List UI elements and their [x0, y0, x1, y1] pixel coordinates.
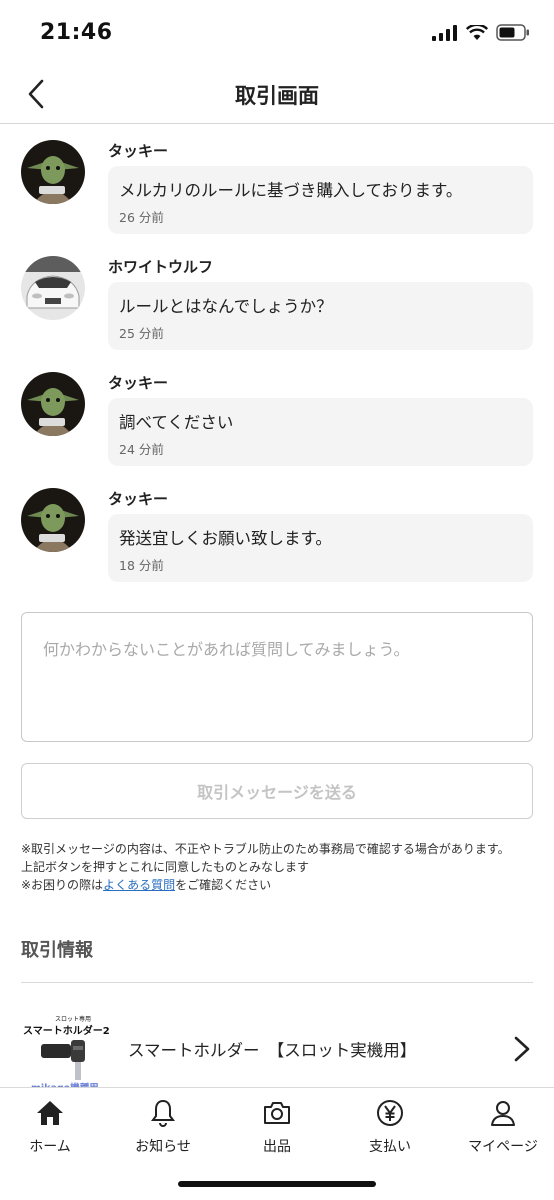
notice-suffix: をご確認ください — [175, 878, 272, 892]
avatar[interactable] — [21, 140, 85, 204]
message-input-placeholder: 何かわからないことがあれば質問してみましょう。 — [43, 640, 410, 659]
yoda-avatar-icon — [21, 372, 85, 436]
product-row[interactable]: スロット専用 スマートホルダー2 mikage機種用 スマートホルダー 【スロッ… — [0, 1004, 554, 1088]
tab-label: マイページ — [468, 1139, 538, 1155]
tab-label: 出品 — [263, 1139, 291, 1155]
faq-link[interactable]: よくある質問 — [103, 878, 175, 892]
notice-line: ※取引メッセージの内容は、不正やトラブル防止のため事務局で確認する場合があります… — [21, 842, 510, 856]
notice-line: ※お困りの際はよくある質問をご確認ください — [21, 876, 536, 894]
battery-icon — [496, 24, 529, 41]
avatar[interactable] — [21, 488, 85, 552]
yoda-avatar-icon — [21, 140, 85, 204]
tab-label: ホーム — [29, 1139, 71, 1155]
message-text: ルールとはなんでしょうか？ — [119, 297, 333, 316]
product-name: スマートホルダー 【スロット実機用】 — [128, 1041, 417, 1060]
sender-name: タッキー — [108, 142, 169, 160]
product-thumbnail: スロット専用 スマートホルダー2 mikage機種用 — [21, 1010, 111, 1088]
yoda-avatar-icon — [21, 488, 85, 552]
home-icon — [37, 1101, 63, 1125]
message-text: 調べてください — [119, 413, 234, 432]
status-time: 21:46 — [40, 20, 113, 45]
tab-home[interactable]: ホーム — [0, 1096, 105, 1156]
status-bar: 21:46 — [0, 0, 554, 64]
page-title: 取引画面 — [235, 84, 319, 108]
status-icons — [432, 24, 530, 41]
tab-payment[interactable]: 支払い — [335, 1096, 445, 1156]
message-time: 24 分前 — [119, 442, 164, 457]
phone-holder-icon — [41, 1040, 85, 1080]
tab-sell[interactable]: 出品 — [222, 1096, 332, 1156]
message-bubble: 調べてください 24 分前 — [108, 398, 533, 466]
sender-name: ホワイトウルフ — [108, 258, 214, 276]
message-input[interactable]: 何かわからないことがあれば質問してみましょう。 — [21, 612, 533, 742]
person-icon — [491, 1101, 515, 1126]
message-item: タッキー 発送宜しくお願い致します。 18 分前 — [0, 472, 554, 582]
message-text: 発送宜しくお願い致します。 — [119, 529, 332, 548]
section-title: 取引情報 — [21, 940, 93, 961]
tab-label: お知らせ — [135, 1139, 191, 1155]
message-time: 25 分前 — [119, 326, 164, 341]
send-message-label: 取引メッセージを送る — [197, 783, 357, 802]
avatar[interactable] — [21, 372, 85, 436]
message-item: ホワイトウルフ ルールとはなんでしょうか？ 25 分前 — [0, 240, 554, 350]
message-text: メルカリのルールに基づき購入しております。 — [119, 181, 463, 200]
message-bubble: ルールとはなんでしょうか？ 25 分前 — [108, 282, 533, 350]
message-time: 26 分前 — [119, 210, 164, 225]
notice-text: ※取引メッセージの内容は、不正やトラブル防止のため事務局で確認する場合があります… — [21, 840, 536, 894]
tab-mypage[interactable]: マイページ — [448, 1096, 554, 1156]
notice-line: 上記ボタンを押すとこれに同意したものとみなします — [21, 860, 310, 874]
camera-icon — [264, 1102, 290, 1124]
message-item: タッキー メルカリのルールに基づき購入しております。 26 分前 — [0, 124, 554, 234]
sender-name: タッキー — [108, 374, 169, 392]
car-avatar-icon — [21, 256, 85, 320]
home-indicator[interactable] — [178, 1181, 376, 1187]
tab-label: 支払い — [369, 1139, 411, 1155]
thumb-title: スマートホルダー2 — [23, 1026, 110, 1037]
tab-notifications[interactable]: お知らせ — [108, 1096, 218, 1156]
chevron-right-icon — [514, 1036, 530, 1062]
nav-bar: 取引画面 — [0, 64, 554, 124]
yen-icon — [377, 1100, 403, 1126]
message-item: タッキー 調べてください 24 分前 — [0, 356, 554, 466]
wifi-icon — [466, 24, 488, 40]
send-message-button[interactable]: 取引メッセージを送る — [21, 763, 533, 819]
sender-name: タッキー — [108, 490, 169, 508]
avatar[interactable] — [21, 256, 85, 320]
divider — [21, 982, 533, 983]
notice-prefix: ※お困りの際は — [21, 878, 104, 892]
message-bubble: 発送宜しくお願い致します。 18 分前 — [108, 514, 533, 582]
message-bubble: メルカリのルールに基づき購入しております。 26 分前 — [108, 166, 533, 234]
cellular-signal-icon — [432, 24, 457, 41]
bell-icon — [151, 1099, 175, 1127]
message-time: 18 分前 — [119, 558, 164, 573]
